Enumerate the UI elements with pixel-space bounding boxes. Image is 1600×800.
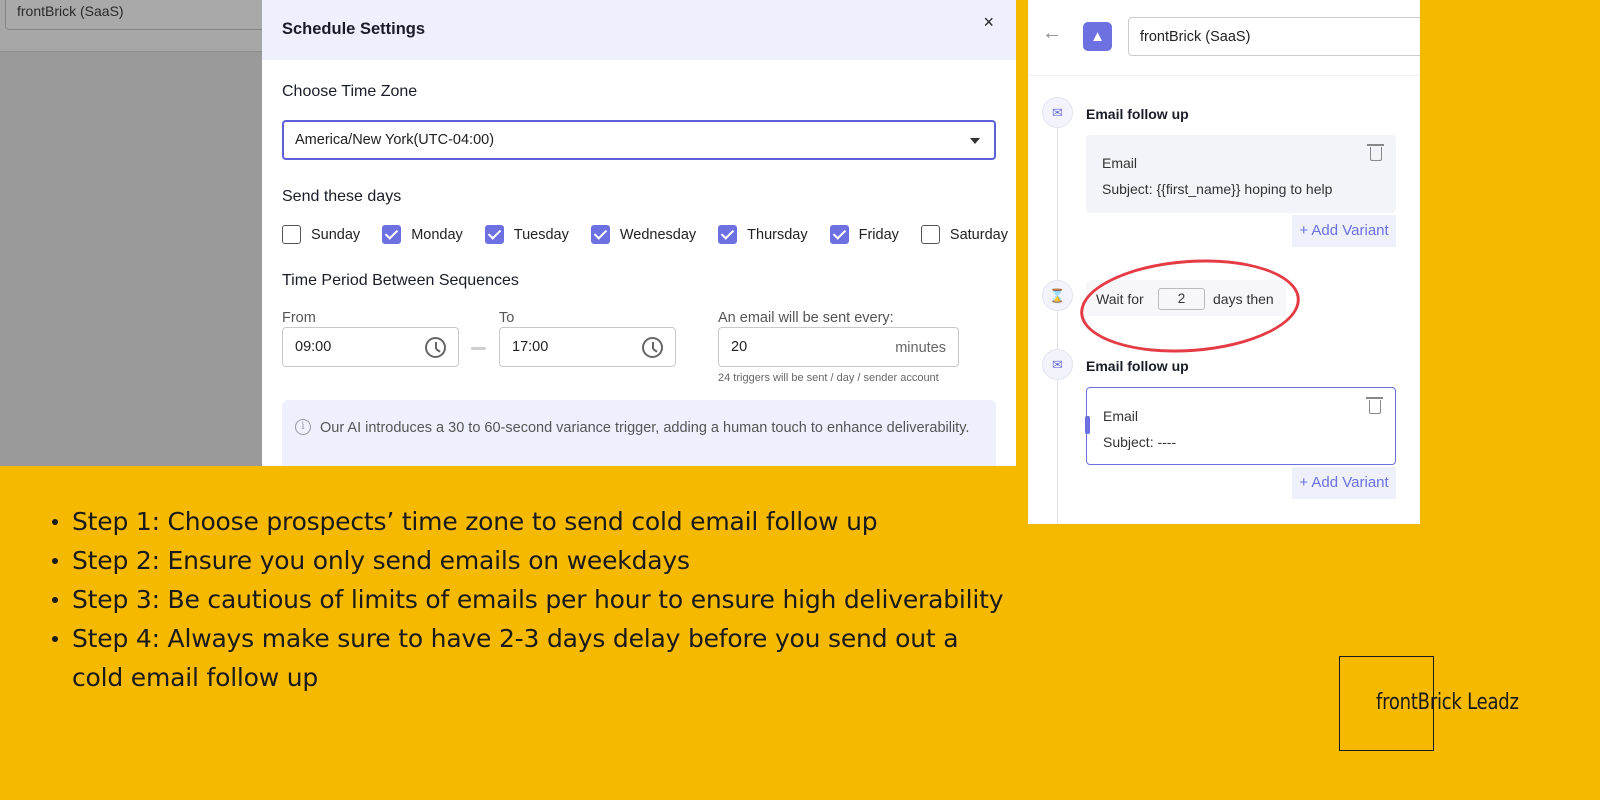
email-card-title: Email bbox=[1102, 155, 1138, 171]
to-label: To bbox=[499, 310, 515, 326]
sunday-checkbox[interactable] bbox=[282, 225, 301, 244]
day-friday[interactable]: Friday bbox=[829, 225, 899, 244]
trash-icon[interactable] bbox=[1367, 144, 1384, 161]
interval-input[interactable]: 20 minutes bbox=[718, 327, 959, 367]
info-text: Our AI introduces a 30 to 60-second vari… bbox=[320, 420, 970, 436]
add-variant-button[interactable]: + Add Variant bbox=[1292, 467, 1396, 499]
email-card-active[interactable]: Email Subject: ---- bbox=[1085, 387, 1396, 465]
email-subject: Subject: ---- bbox=[1103, 434, 1177, 450]
close-icon[interactable]: × bbox=[983, 12, 994, 33]
email-card[interactable]: Email Subject: {{first_name}} hoping to … bbox=[1086, 135, 1396, 213]
chevron-down-icon bbox=[970, 138, 980, 144]
wednesday-checkbox[interactable] bbox=[590, 225, 610, 244]
day-monday[interactable]: Monday bbox=[382, 225, 463, 244]
day-tuesday[interactable]: Tuesday bbox=[484, 225, 569, 244]
friday-checkbox[interactable] bbox=[829, 225, 849, 244]
days-checkbox-group: Sunday Monday Tuesday Wednesday Thursday… bbox=[282, 225, 1016, 244]
day-saturday[interactable]: Saturday bbox=[920, 225, 1008, 244]
tuesday-checkbox[interactable] bbox=[484, 225, 504, 244]
day-label: Tuesday bbox=[513, 226, 569, 243]
info-icon: i bbox=[295, 419, 311, 435]
timeline-line bbox=[1057, 128, 1058, 524]
back-arrow-icon[interactable]: ← bbox=[1042, 22, 1062, 45]
clock-icon[interactable] bbox=[642, 337, 663, 358]
instruction-item: Step 3: Be cautious of limits of emails … bbox=[52, 580, 1012, 619]
from-time-input[interactable]: 09:00 bbox=[282, 327, 459, 367]
range-separator bbox=[471, 347, 486, 350]
interval-unit: minutes bbox=[895, 340, 946, 356]
timezone-select[interactable]: America/New York(UTC-04:00) bbox=[282, 120, 996, 160]
megaphone-icon: ▲ bbox=[1083, 22, 1112, 51]
to-time-input[interactable]: 17:00 bbox=[499, 327, 676, 367]
step-title: Email follow up bbox=[1086, 358, 1189, 374]
background-app: frontBrick (SaaS) bbox=[0, 0, 267, 466]
to-time-value: 17:00 bbox=[512, 339, 549, 355]
envelope-icon: ✉ bbox=[1042, 349, 1073, 380]
step-title: Email follow up bbox=[1086, 106, 1189, 122]
days-label: Send these days bbox=[282, 188, 402, 205]
instruction-item: Step 4: Always make sure to have 2-3 day… bbox=[52, 619, 1012, 697]
thursday-checkbox[interactable] bbox=[718, 225, 738, 244]
day-label: Wednesday bbox=[619, 226, 697, 243]
schedule-settings-modal: Schedule Settings × Choose Time Zone Ame… bbox=[262, 0, 1016, 466]
modal-header: Schedule Settings × bbox=[262, 0, 1016, 60]
monday-checkbox[interactable] bbox=[382, 225, 402, 244]
info-box: i Our AI introduces a 30 to 60-second va… bbox=[282, 400, 996, 466]
trash-icon[interactable] bbox=[1366, 397, 1383, 414]
day-label: Sunday bbox=[311, 226, 361, 243]
day-label: Monday bbox=[411, 226, 463, 243]
period-label: Time Period Between Sequences bbox=[282, 272, 519, 289]
interval-label: An email will be sent every: bbox=[718, 310, 894, 326]
campaign-name-input[interactable]: frontBrick (SaaS) bbox=[1128, 17, 1420, 56]
day-thursday[interactable]: Thursday bbox=[718, 225, 808, 244]
instruction-item: Step 2: Ensure you only send emails on w… bbox=[52, 541, 1012, 580]
instruction-list: Step 1: Choose prospects’ time zone to s… bbox=[52, 502, 1012, 697]
add-variant-button[interactable]: + Add Variant bbox=[1292, 215, 1396, 247]
email-card-title: Email bbox=[1103, 408, 1139, 424]
timezone-value: America/New York(UTC-04:00) bbox=[295, 132, 495, 148]
email-subject: Subject: {{first_name}} hoping to help bbox=[1102, 181, 1333, 197]
from-label: From bbox=[282, 310, 316, 326]
brand-logo-text: frontBrick Leadz bbox=[1376, 690, 1519, 715]
instruction-item: Step 1: Choose prospects’ time zone to s… bbox=[52, 502, 1012, 541]
panel-header: ← ▲ frontBrick (SaaS) bbox=[1028, 0, 1420, 76]
modal-title: Schedule Settings bbox=[282, 20, 426, 38]
background-topbar: frontBrick (SaaS) bbox=[0, 0, 267, 52]
clock-icon[interactable] bbox=[425, 337, 446, 358]
interval-value: 20 bbox=[731, 339, 748, 355]
timezone-label: Choose Time Zone bbox=[282, 83, 418, 100]
day-label: Friday bbox=[858, 226, 899, 243]
day-wednesday[interactable]: Wednesday bbox=[590, 225, 697, 244]
envelope-icon: ✉ bbox=[1042, 97, 1073, 128]
day-sunday[interactable]: Sunday bbox=[282, 225, 360, 244]
saturday-checkbox[interactable] bbox=[920, 225, 940, 244]
day-label: Saturday bbox=[949, 226, 1008, 243]
background-campaign-field: frontBrick (SaaS) bbox=[5, 0, 267, 30]
trigger-hint: 24 triggers will be sent / day / sender … bbox=[718, 372, 939, 384]
hourglass-icon: ⌛ bbox=[1042, 280, 1073, 311]
day-label: Thursday bbox=[747, 226, 808, 243]
from-time-value: 09:00 bbox=[295, 339, 332, 355]
